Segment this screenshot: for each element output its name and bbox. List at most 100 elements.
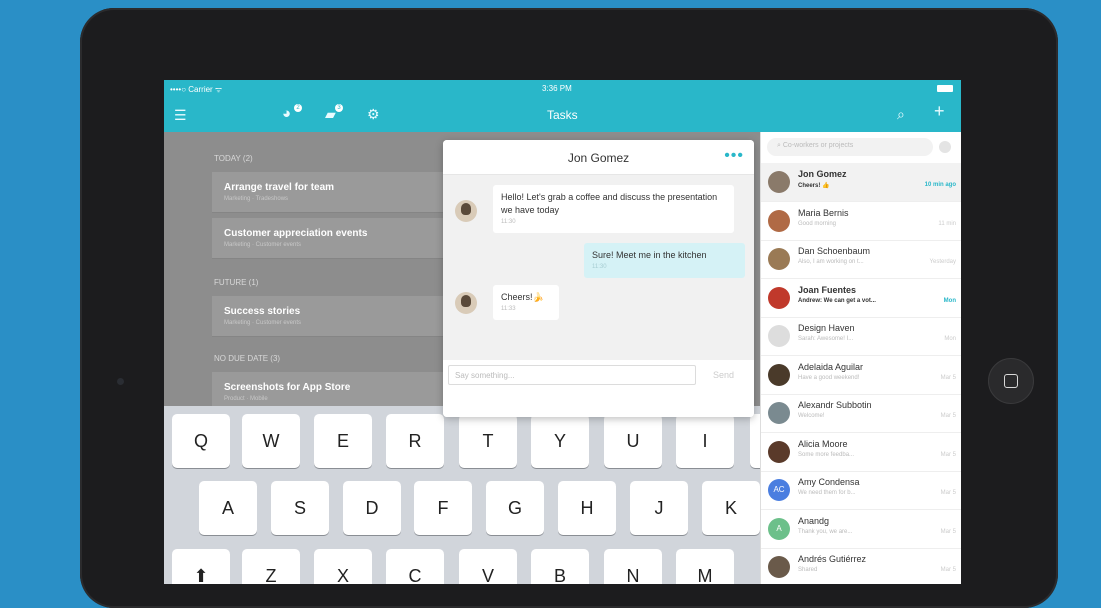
contact-last-message: Shared (798, 567, 818, 573)
message-time: 11:30 (592, 264, 607, 270)
contact-time: Yesterday (929, 259, 956, 265)
key-n[interactable]: N (604, 549, 662, 584)
contact-item[interactable]: Alexandr Subbotin Welcome! Mar 5 (761, 394, 961, 433)
contact-name: Jon Gomez (798, 169, 847, 179)
contact-item[interactable]: AC Amy Condensa We need them for b... Mar 5 (761, 471, 961, 510)
task-title: Success stories (224, 306, 301, 317)
contact-time: 11 min (938, 220, 956, 227)
message-bubble-outgoing: Sure! Meet me in the kitchen 11:30 (584, 243, 745, 278)
key-m[interactable]: M (676, 549, 734, 584)
key-q[interactable]: Q (172, 414, 230, 468)
contact-time: Mar 5 (940, 567, 956, 573)
key-f[interactable]: F (414, 481, 472, 535)
task-title: Arrange travel for team (224, 182, 335, 193)
avatar (768, 440, 790, 463)
message-input[interactable]: Say something... (448, 365, 696, 385)
key-c[interactable]: C (386, 549, 444, 584)
avatar (768, 402, 790, 424)
send-button[interactable]: Send (713, 370, 734, 380)
avatar (768, 209, 790, 232)
contact-time: Mon (943, 297, 956, 304)
settings-icon[interactable]: ⚙ (367, 107, 380, 121)
section-no-due-date: NO DUE DATE (3) (214, 354, 281, 363)
message-time: 11:33 (501, 306, 516, 312)
section-future: FUTURE (1) (214, 278, 259, 287)
contact-time: Mar 5 (940, 528, 956, 535)
contact-name: Design Haven (798, 323, 855, 333)
key-b[interactable]: B (531, 549, 589, 584)
contact-last-message: Thank you, we are... (798, 528, 853, 535)
chat-header: Jon Gomez ••• (443, 140, 754, 175)
avatar (455, 292, 477, 314)
task-subtitle: Marketing · Tradeshows (224, 196, 289, 202)
avatar (768, 248, 790, 270)
contact-last-message: We need them for b... (798, 490, 856, 496)
key-t[interactable]: T (459, 414, 517, 468)
tasks-icon[interactable]: ◕ (282, 106, 291, 121)
contact-time: Mar 5 (940, 451, 956, 458)
contact-name: Alexandr Subbotin (798, 400, 872, 410)
key-u[interactable]: U (604, 414, 662, 468)
contact-name: Andrés Gutiérrez (798, 554, 867, 564)
more-options-icon[interactable]: ••• (724, 147, 744, 165)
message-text: Sure! Meet me in the kitchen (592, 250, 707, 260)
key-z[interactable]: Z (242, 549, 300, 584)
contact-last-message: Andrew: We can get a vot... (798, 297, 876, 304)
key-v[interactable]: V (459, 549, 517, 584)
contact-item[interactable]: Adelaida Aguilar Have a good weekend! Mar … (761, 356, 961, 395)
front-camera (117, 378, 124, 385)
contact-item[interactable]: Maria Bernis Good morning 11 min (761, 202, 961, 241)
shift-key[interactable]: ⬆ (172, 549, 230, 584)
key-d[interactable]: D (343, 481, 401, 535)
task-item[interactable]: Customer appreciation events Marketing ·… (212, 218, 457, 259)
key-r[interactable]: R (386, 414, 444, 468)
key-g[interactable]: G (486, 481, 544, 535)
battery-icon (937, 85, 953, 92)
contact-item[interactable]: Alicia Moore Some more feedba... Mar 5 (761, 433, 961, 472)
key-x[interactable]: X (314, 549, 372, 584)
add-icon[interactable]: + (934, 102, 945, 120)
contact-last-message: Good morning (798, 220, 837, 227)
contacts-sidebar: ⌕ Co-workers or projects Jon Gomez Cheers… (760, 132, 961, 584)
contact-item[interactable]: Dan Schoenbaum Also, I am working on t...… (761, 240, 961, 279)
contact-name: Dan Schoenbaum (798, 246, 871, 256)
task-title: Customer appreciation events (224, 228, 368, 239)
key-i[interactable]: I (676, 414, 734, 468)
contact-item[interactable]: Andrés Gutiérrez Shared Mar 5 (761, 548, 961, 584)
contact-time: Mon (944, 336, 956, 342)
contact-name: Joan Fuentes (798, 284, 857, 295)
key-h[interactable]: H (558, 481, 616, 535)
message-text: Cheers!🍌 (501, 292, 544, 302)
key-s[interactable]: S (271, 481, 329, 535)
key-j[interactable]: J (630, 481, 688, 535)
contact-item[interactable]: Jon Gomez Cheers! 👍 10 min ago (761, 163, 961, 202)
page-title: Tasks (547, 108, 578, 122)
contact-last-message: Welcome! (798, 413, 825, 419)
key-a[interactable]: A (199, 481, 257, 535)
task-subtitle: Product · Mobile (224, 396, 268, 402)
contact-last-message: Also, I am working on t... (798, 259, 864, 265)
filter-icon[interactable] (939, 141, 951, 153)
contact-time: 10 min ago (924, 182, 956, 188)
key-e[interactable]: E (314, 414, 372, 468)
task-item[interactable]: Success stories Marketing · Customer eve… (212, 296, 457, 337)
task-item[interactable]: Arrange travel for team Marketing · Trad… (212, 172, 457, 213)
avatar: AC (768, 479, 790, 501)
avatar (768, 286, 790, 309)
app-screen: ••••○ Carrier ᯤ 3:36 PM ☰ ◕ 2 ▰ 3 ⚙ Task… (164, 80, 961, 584)
key-k[interactable]: K (702, 481, 760, 535)
menu-icon[interactable]: ☰ (174, 108, 187, 122)
search-input[interactable]: ⌕ Co-workers or projects (767, 138, 933, 156)
avatar (768, 325, 790, 347)
carrier-label: ••••○ Carrier ᯤ (170, 85, 223, 94)
contact-item[interactable]: Design Haven Sarah: Awesome! I... Mon (761, 317, 961, 356)
home-button[interactable] (988, 358, 1034, 404)
contact-item[interactable]: Joan Fuentes Andrew: We can get a vot... M… (761, 279, 961, 318)
contact-last-message: Sarah: Awesome! I... (798, 336, 854, 342)
message-text: Hello! Let's grab a coffee and discuss t… (501, 192, 718, 215)
search-icon[interactable]: ⌕ (897, 107, 905, 121)
chat-popover: Jon Gomez ••• Hello! Let's grab a coffee… (443, 140, 754, 417)
key-w[interactable]: W (242, 414, 300, 468)
contact-item[interactable]: A Anandg Thank you, we are... Mar 5 (761, 510, 961, 549)
key-y[interactable]: Y (531, 414, 589, 468)
